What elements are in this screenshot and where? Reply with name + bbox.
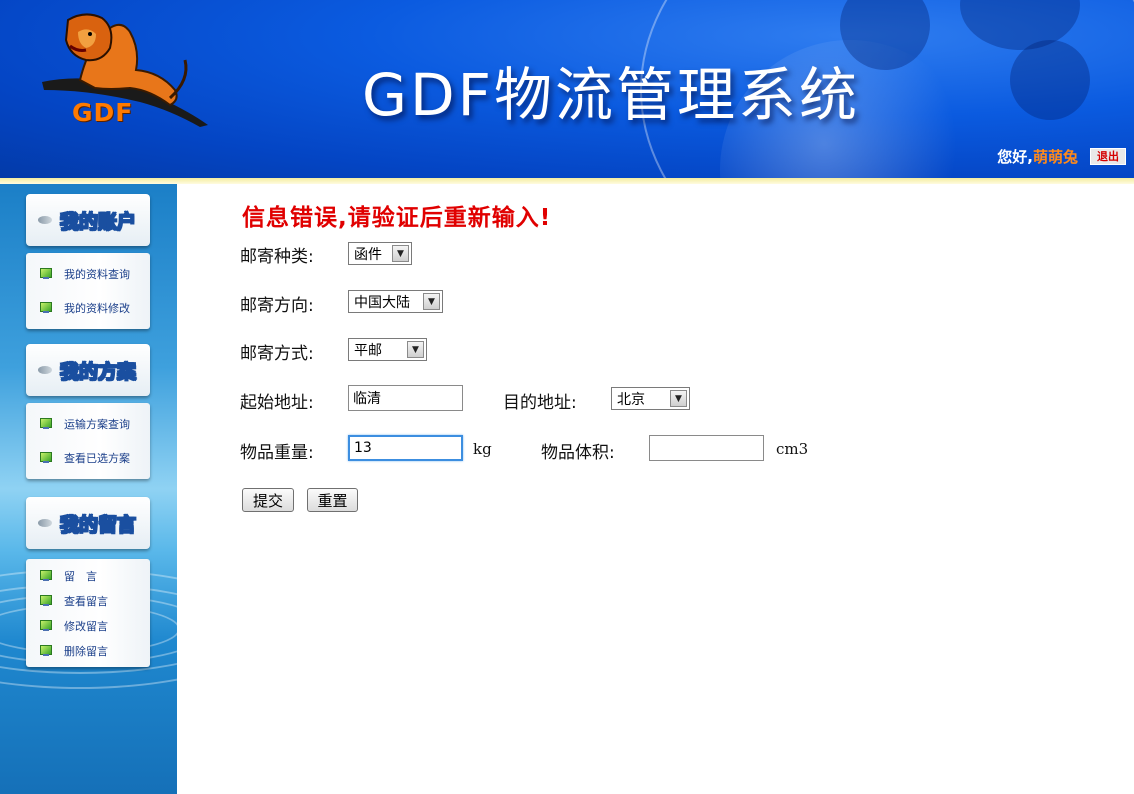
monitor-icon [40, 302, 52, 314]
section-title: 我的账户 [59, 210, 137, 233]
sidebar-item-leave-message[interactable]: 留 言 [26, 563, 150, 588]
volume-input[interactable] [649, 435, 764, 461]
logo-text: GDF [72, 98, 134, 127]
weight-label: 物品重量: [240, 443, 314, 463]
mouse-icon [38, 366, 52, 374]
sidebar-item-profile-query[interactable]: 我的资料查询 [26, 257, 150, 291]
sidebar-item-label: 查看留言 [64, 594, 108, 608]
section-title: 我的留言 [59, 513, 137, 536]
header-banner: GDF GDF物流管理系统 您好, 萌萌兔 退出 [0, 0, 1134, 178]
mouse-icon [38, 519, 52, 527]
weight-unit: kg [473, 440, 492, 458]
mail-method-label: 邮寄方式: [240, 344, 314, 364]
weight-input[interactable]: 13 [348, 435, 463, 461]
sidebar-item-label: 留 言 [64, 569, 97, 583]
user-bar: 您好, 萌萌兔 退出 [997, 146, 1126, 167]
logout-button[interactable]: 退出 [1090, 148, 1126, 165]
sidebar-item-edit-messages[interactable]: 修改留言 [26, 613, 150, 638]
dropdown-arrow-icon: ▼ [407, 341, 424, 358]
dropdown-arrow-icon: ▼ [392, 245, 409, 262]
sidebar-section-account[interactable]: 我的账户 [26, 194, 150, 246]
sidebar-section-messages[interactable]: 我的留言 [26, 497, 150, 549]
sidebar-item-label: 删除留言 [64, 644, 108, 658]
system-title: GDF物流管理系统 [362, 61, 860, 129]
sidebar-section-plans-menu: 运输方案查询 查看已选方案 [26, 403, 150, 479]
submit-button[interactable]: 提交 [242, 488, 294, 512]
section-title: 我的方案 [59, 360, 137, 383]
monitor-icon [40, 268, 52, 280]
origin-label: 起始地址: [240, 393, 314, 413]
monitor-icon [40, 619, 52, 632]
destination-value: 北京 [617, 391, 645, 408]
sidebar-section-messages-menu: 留 言 查看留言 修改留言 删除留言 [26, 559, 150, 667]
mail-direction-label: 邮寄方向: [240, 296, 314, 316]
sidebar-item-profile-edit[interactable]: 我的资料修改 [26, 291, 150, 325]
sidebar-section-plans[interactable]: 我的方案 [26, 344, 150, 396]
monitor-icon [40, 594, 52, 607]
mail-direction-value: 中国大陆 [354, 294, 410, 311]
username[interactable]: 萌萌兔 [1033, 146, 1078, 167]
sidebar-item-selected-plans[interactable]: 查看已选方案 [26, 441, 150, 475]
volume-label: 物品体积: [541, 443, 615, 463]
sidebar-item-delete-messages[interactable]: 删除留言 [26, 638, 150, 663]
volume-unit: cm3 [776, 440, 809, 458]
dropdown-arrow-icon: ▼ [423, 293, 440, 310]
destination-select[interactable]: 北京 ▼ [611, 387, 690, 410]
monitor-icon [40, 569, 52, 582]
mouse-icon [38, 216, 52, 224]
sidebar-item-label: 运输方案查询 [64, 418, 130, 431]
mail-type-value: 函件 [354, 246, 382, 263]
reset-button[interactable]: 重置 [307, 488, 358, 512]
mail-type-label: 邮寄种类: [240, 247, 314, 267]
sidebar-item-label: 查看已选方案 [64, 452, 130, 465]
sidebar-item-plan-query[interactable]: 运输方案查询 [26, 407, 150, 441]
dropdown-arrow-icon: ▼ [670, 390, 687, 407]
monitor-icon [40, 644, 52, 657]
sidebar-item-label: 修改留言 [64, 619, 108, 633]
greeting-text: 您好, [997, 148, 1033, 166]
mail-direction-select[interactable]: 中国大陆 ▼ [348, 290, 443, 313]
monitor-icon [40, 418, 52, 430]
sidebar-item-label: 我的资料修改 [64, 302, 130, 315]
sidebar: 我的账户 我的资料查询 我的资料修改 我的方案 运输方案查询 查看已选方案 我的… [0, 184, 177, 794]
monitor-icon [40, 452, 52, 464]
mail-method-select[interactable]: 平邮 ▼ [348, 338, 427, 361]
mail-method-value: 平邮 [354, 342, 382, 359]
sidebar-section-account-menu: 我的资料查询 我的资料修改 [26, 253, 150, 329]
sidebar-item-label: 我的资料查询 [64, 268, 130, 281]
mail-type-select[interactable]: 函件 ▼ [348, 242, 412, 265]
sidebar-item-view-messages[interactable]: 查看留言 [26, 588, 150, 613]
error-message: 信息错误,请验证后重新输入! [242, 205, 552, 231]
destination-label: 目的地址: [503, 393, 577, 413]
origin-input[interactable]: 临清 [348, 385, 463, 411]
